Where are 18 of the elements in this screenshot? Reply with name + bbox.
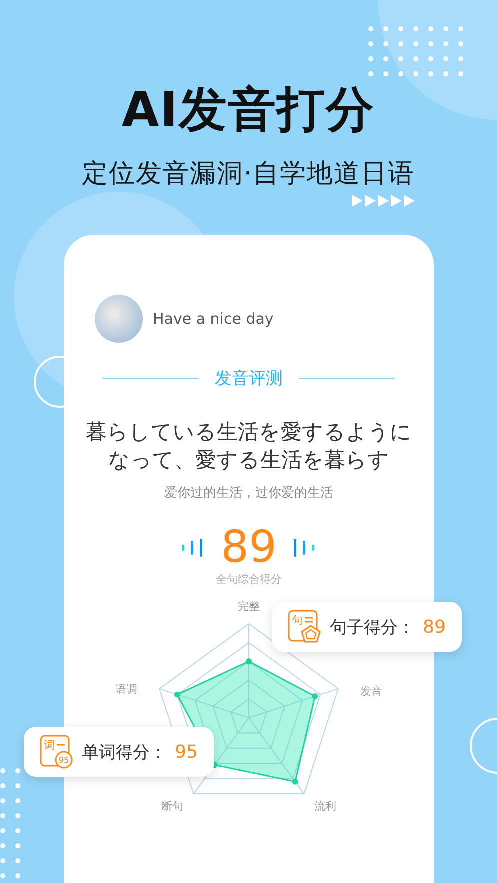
japanese-sentence: 暮らしている生活を愛するように [86, 419, 412, 446]
radar-axis-label: 完整 [238, 600, 260, 613]
score-popup-value: 89 [423, 616, 446, 638]
section-title: 发音评测 [215, 368, 283, 390]
overall-score: 89 [221, 526, 277, 570]
radar-axis-label: 发音 [360, 684, 382, 698]
user-name: Have a nice day [153, 310, 274, 328]
headline: AI发音打分 [122, 81, 375, 140]
subtitle: 定位发音漏洞·自学地道日语 [82, 158, 416, 191]
japanese-sentence: なって、愛する生活を暮らす [108, 447, 390, 474]
score-popup-value: 95 [175, 742, 198, 762]
radar-axis-label: 语调 [116, 682, 138, 696]
score-popup-label: 单词得分： [82, 742, 167, 764]
translation: 爱你过的生活，过你爱的生活 [164, 485, 334, 502]
radar-axis-label: 断句 [162, 800, 184, 814]
score-popup-label: 句子得分： [330, 616, 415, 638]
score-label: 全句综合得分 [216, 572, 282, 587]
radar-axis-label: 流利 [314, 800, 336, 814]
